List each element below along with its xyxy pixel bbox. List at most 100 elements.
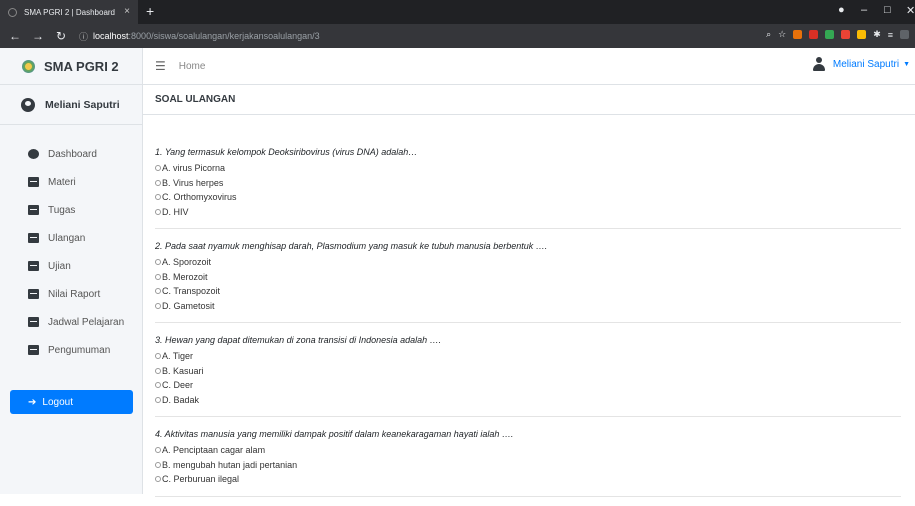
extension-icon[interactable] [825, 30, 835, 39]
answer-option[interactable]: A. virus Picorna [155, 161, 901, 176]
sidebar-item-ulangan[interactable]: Ulangan [0, 224, 142, 252]
tab-title: SMA PGRI 2 | Dashboard [24, 7, 116, 17]
back-icon[interactable]: ← [7, 29, 23, 43]
sidebar-item-label: Pengumuman [48, 344, 111, 356]
minimize-icon[interactable]: – [861, 4, 867, 16]
radio-button[interactable] [155, 447, 161, 454]
maximize-icon[interactable]: □ [884, 4, 891, 16]
question-list: 1. Yang termasuk kelompok Deoksiriboviru… [155, 144, 901, 506]
answer-option[interactable]: B. Virus herpes [155, 176, 901, 191]
new-tab-button[interactable]: + [146, 3, 154, 19]
answer-option[interactable]: C. Deer [155, 378, 901, 393]
option-label: D. HIV [162, 206, 189, 217]
page-title: SOAL ULANGAN [143, 85, 915, 115]
book-icon [28, 233, 39, 243]
extension-icon[interactable] [841, 30, 851, 39]
browser-addressbar: ← → ↻ ⓘ localhost :8000/siswa/soalulanga… [0, 24, 915, 48]
option-label: B. Kasuari [162, 365, 204, 376]
answer-option[interactable]: A. Sporozoit [155, 255, 901, 270]
sign-out-icon: ➔ [28, 396, 37, 408]
answer-option[interactable]: D. HIV [155, 205, 901, 220]
option-label: B. Merozoit [162, 271, 208, 282]
extension-icon[interactable] [809, 30, 819, 39]
info-icon[interactable]: ⓘ [79, 30, 88, 43]
sidebar-item-jadwal-pelajaran[interactable]: Jadwal Pelajaran [0, 308, 142, 336]
search-icon[interactable]: ⌕ [766, 29, 771, 40]
profile-icon[interactable]: ● [838, 4, 845, 16]
radio-button[interactable] [155, 302, 161, 309]
sidebar-item-materi[interactable]: Materi [0, 168, 142, 196]
radio-button[interactable] [155, 353, 161, 360]
sidebar-item-dashboard[interactable]: Dashboard [0, 140, 142, 168]
extension-icon[interactable] [793, 30, 803, 39]
brand-link[interactable]: SMA PGRI 2 [0, 48, 142, 85]
reading-list-icon[interactable]: ≡ [888, 30, 893, 40]
answer-option[interactable]: B. Merozoit [155, 270, 901, 285]
extension-icon[interactable] [900, 30, 909, 39]
answer-option[interactable]: C. Transpozoit [155, 284, 901, 299]
sidebar-item-nilai-raport[interactable]: Nilai Raport [0, 280, 142, 308]
radio-button[interactable] [155, 382, 161, 389]
logout-button[interactable]: ➔ Logout [10, 390, 133, 414]
question-text: 1. Yang termasuk kelompok Deoksiriboviru… [155, 147, 418, 157]
radio-button[interactable] [155, 208, 161, 215]
browser-tab[interactable]: SMA PGRI 2 | Dashboard × [0, 0, 138, 24]
tab-close-icon[interactable]: × [124, 6, 130, 17]
radio-button[interactable] [155, 367, 161, 374]
radio-button[interactable] [155, 476, 161, 483]
user-icon [812, 57, 825, 71]
question-block: 1. Yang termasuk kelompok Deoksiriboviru… [155, 144, 901, 229]
answer-option[interactable]: A. Tiger [155, 349, 901, 364]
question-block: 2. Pada saat nyamuk menghisap darah, Pla… [155, 238, 901, 323]
option-label: A. Tiger [162, 351, 194, 361]
radio-button[interactable] [155, 273, 161, 280]
radio-button[interactable] [155, 179, 161, 186]
sidebar-item-label: Tugas [48, 204, 76, 216]
reload-icon[interactable]: ↻ [53, 29, 69, 43]
book-icon [28, 345, 39, 355]
radio-button[interactable] [155, 288, 161, 295]
caret-down-icon: ▼ [903, 60, 910, 68]
book-icon [28, 317, 39, 327]
sidebar-item-tugas[interactable]: Tugas [0, 196, 142, 224]
radio-button[interactable] [155, 165, 161, 172]
sidebar-item-label: Ujian [48, 260, 71, 272]
answer-option[interactable]: B. Kasuari [155, 364, 901, 379]
option-label: A. virus Picorna [162, 163, 226, 173]
sidebar-menu: Dashboard Materi Tugas Ulangan Ujian Nil… [0, 140, 142, 364]
hamburger-icon[interactable]: ☰ [155, 59, 166, 73]
close-window-icon[interactable]: ✕ [906, 4, 915, 17]
answer-option[interactable]: A. Penciptaan cagar alam [155, 443, 901, 458]
puzzle-icon[interactable]: ✱ [873, 29, 881, 40]
extension-icon[interactable] [857, 30, 867, 39]
option-label: C. Transpozoit [162, 286, 221, 296]
radio-button[interactable] [155, 259, 161, 266]
answer-option[interactable]: C. Perburuan ilegal [155, 472, 901, 487]
sidebar-item-ujian[interactable]: Ujian [0, 252, 142, 280]
star-icon[interactable]: ☆ [778, 29, 786, 40]
forward-icon[interactable]: → [30, 29, 46, 43]
user-menu-name: Meliani Saputri [832, 58, 900, 70]
radio-button[interactable] [155, 396, 161, 403]
radio-button[interactable] [155, 461, 161, 468]
user-panel[interactable]: Meliani Saputri [0, 85, 142, 125]
home-link[interactable]: Home [179, 61, 206, 72]
school-logo-icon [22, 59, 35, 73]
book-icon [28, 261, 39, 271]
main-content: SOAL ULANGAN 1. Yang termasuk kelompok D… [143, 85, 915, 497]
radio-button[interactable] [155, 194, 161, 201]
option-label: A. Sporozoit [162, 257, 212, 267]
answer-option[interactable]: D. Gametosit [155, 299, 901, 314]
top-navbar: ☰ Home Meliani Saputri ▼ [143, 48, 915, 85]
dashboard-icon [28, 149, 39, 159]
url-field[interactable]: ⓘ localhost :8000/siswa/soalulangan/kerj… [79, 30, 320, 43]
answer-option[interactable]: D. Badak [155, 393, 901, 408]
answer-option[interactable]: C. Orthomyxovirus [155, 190, 901, 205]
sidebar-item-pengumuman[interactable]: Pengumuman [0, 336, 142, 364]
answer-option[interactable]: B. mengubah hutan jadi pertanian [155, 458, 901, 473]
logout-label: Logout [42, 396, 73, 408]
brand-name: SMA PGRI 2 [44, 58, 119, 74]
option-label: B. Virus herpes [162, 177, 224, 188]
option-label: D. Gametosit [162, 300, 215, 311]
user-dropdown[interactable]: Meliani Saputri ▼ [812, 57, 910, 71]
